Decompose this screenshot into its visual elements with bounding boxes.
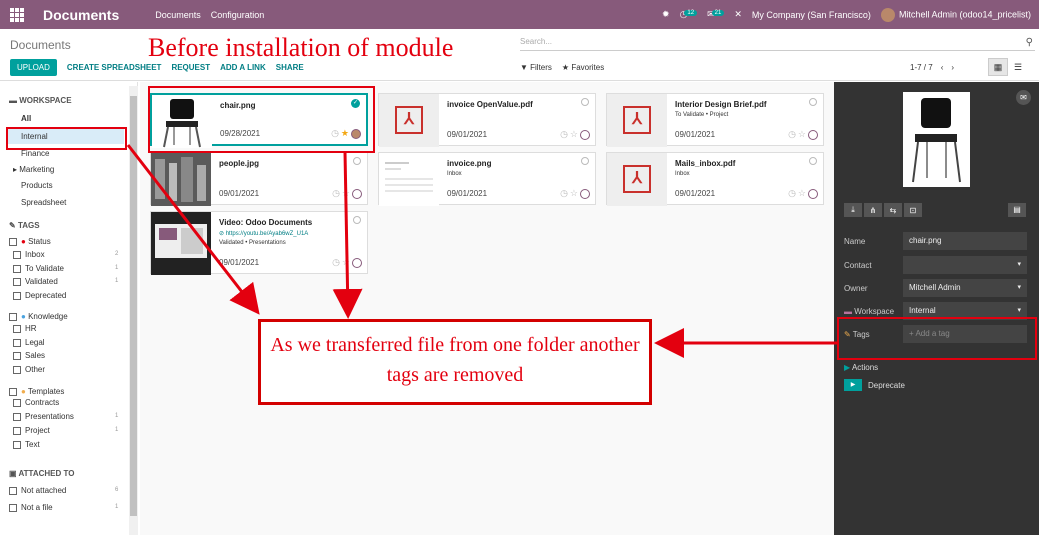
annotation-arrows [126, 144, 837, 358]
